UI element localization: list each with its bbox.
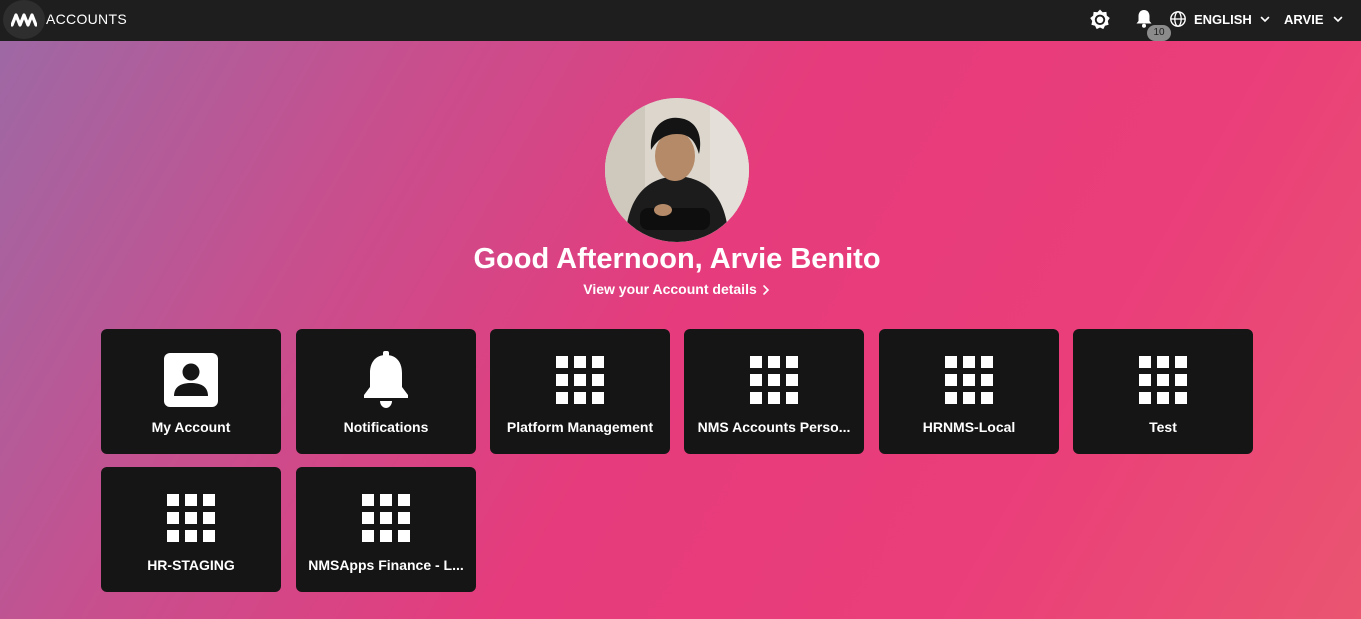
tile-hr-staging[interactable]: HR-STAGING <box>101 467 281 592</box>
person-icon <box>164 353 218 407</box>
tile-label: My Account <box>151 419 231 435</box>
theme-toggle-button[interactable] <box>1088 8 1112 32</box>
tile-label: HRNMS-Local <box>922 419 1016 435</box>
bell-icon <box>364 351 408 408</box>
grid-icon <box>167 494 215 542</box>
app-logo[interactable] <box>3 0 45 39</box>
profile-avatar <box>605 98 749 242</box>
globe-icon <box>1170 11 1186 27</box>
tile-nms-accounts[interactable]: NMS Accounts Perso... <box>684 329 864 454</box>
chevron-down-icon <box>1260 16 1270 23</box>
tile-hrnms-local[interactable]: HRNMS-Local <box>879 329 1059 454</box>
language-selector[interactable]: ENGLISH <box>1169 9 1271 29</box>
grid-icon <box>945 356 993 404</box>
app-title: ACCOUNTS <box>46 11 127 27</box>
view-account-details-link[interactable]: View your Account details <box>0 281 1354 297</box>
tile-my-account[interactable]: My Account <box>101 329 281 454</box>
tile-notifications[interactable]: Notifications <box>296 329 476 454</box>
tile-label: HR-STAGING <box>147 557 235 573</box>
user-label: ARVIE <box>1284 11 1324 27</box>
tile-label: NMS Accounts Perso... <box>697 419 851 435</box>
grid-icon <box>750 356 798 404</box>
grid-icon <box>1139 356 1187 404</box>
tile-label: Notifications <box>343 419 429 435</box>
profile-photo <box>605 98 749 242</box>
logo-icon <box>11 12 37 27</box>
notification-count-badge: 10 <box>1147 25 1171 41</box>
tile-test[interactable]: Test <box>1073 329 1253 454</box>
greeting-heading: Good Afternoon, Arvie Benito <box>473 243 881 275</box>
top-bar: ACCOUNTS 10 ENGLISH ARVIE <box>0 0 1361 41</box>
tile-label: NMSApps Finance - L... <box>308 557 464 573</box>
chevron-down-icon <box>1333 16 1342 23</box>
user-menu[interactable]: ARVIE <box>1284 9 1344 29</box>
tile-platform-management[interactable]: Platform Management <box>490 329 670 454</box>
grid-icon <box>362 494 410 542</box>
chevron-right-icon <box>762 285 769 296</box>
language-label: ENGLISH <box>1194 11 1252 27</box>
tile-nmsapps-finance[interactable]: NMSApps Finance - L... <box>296 467 476 592</box>
tile-label: Platform Management <box>506 419 654 435</box>
tile-label: Test <box>1149 419 1177 435</box>
brightness-icon <box>1090 9 1110 30</box>
grid-icon <box>556 356 604 404</box>
view-account-details-label: View your Account details <box>583 281 757 297</box>
